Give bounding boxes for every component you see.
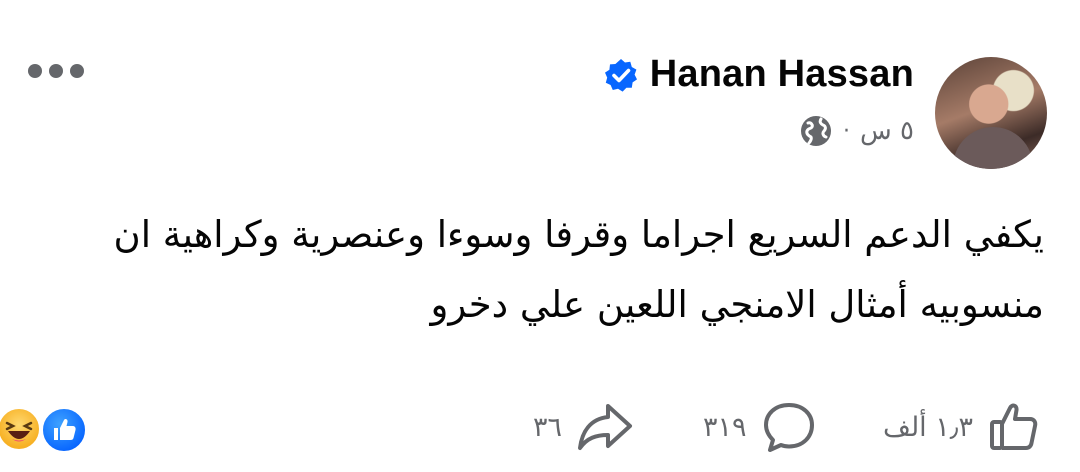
- like-button[interactable]: ١٫٣ ألف: [883, 400, 1041, 454]
- dot: [70, 64, 84, 78]
- comment-button[interactable]: ٣١٩: [703, 400, 817, 454]
- post-meta: ٥ س ·: [799, 114, 914, 148]
- like-reaction-icon: [40, 406, 88, 454]
- haha-icon: [0, 406, 42, 452]
- share-icon: [578, 404, 633, 450]
- share-count: ٣٦: [533, 411, 563, 443]
- avatar[interactable]: [935, 57, 1047, 169]
- globe-icon: [801, 116, 832, 146]
- comment-count: ٣١٩: [703, 411, 747, 443]
- verified-badge-icon: [604, 58, 637, 92]
- post-text-line: يكفي الدعم السريع اجراما وقرفا وسوءا وعن…: [113, 213, 1044, 256]
- dot: [28, 64, 42, 78]
- post-time[interactable]: ٥ س: [860, 116, 914, 146]
- reactions-summary[interactable]: [0, 404, 90, 454]
- thumbs-up-icon: [990, 403, 1038, 450]
- comment-icon: [763, 403, 814, 452]
- more-options-button[interactable]: [28, 64, 84, 78]
- author-row: Hanan Hassan: [604, 53, 914, 96]
- author-name[interactable]: Hanan Hassan: [650, 53, 914, 96]
- post-text-line: منسوبيه أمثال الامنجي اللعين علي دخرو: [430, 283, 1045, 326]
- dot: [49, 64, 63, 78]
- post-text: يكفي الدعم السريع اجراما وقرفا وسوءا وعن…: [44, 200, 1044, 340]
- share-button[interactable]: ٣٦: [533, 400, 634, 454]
- meta-separator: ·: [843, 118, 851, 144]
- post-card: Hanan Hassan ٥ س · يكفي الدعم السريع اجر…: [0, 0, 1080, 472]
- like-count: ١٫٣ ألف: [883, 411, 974, 443]
